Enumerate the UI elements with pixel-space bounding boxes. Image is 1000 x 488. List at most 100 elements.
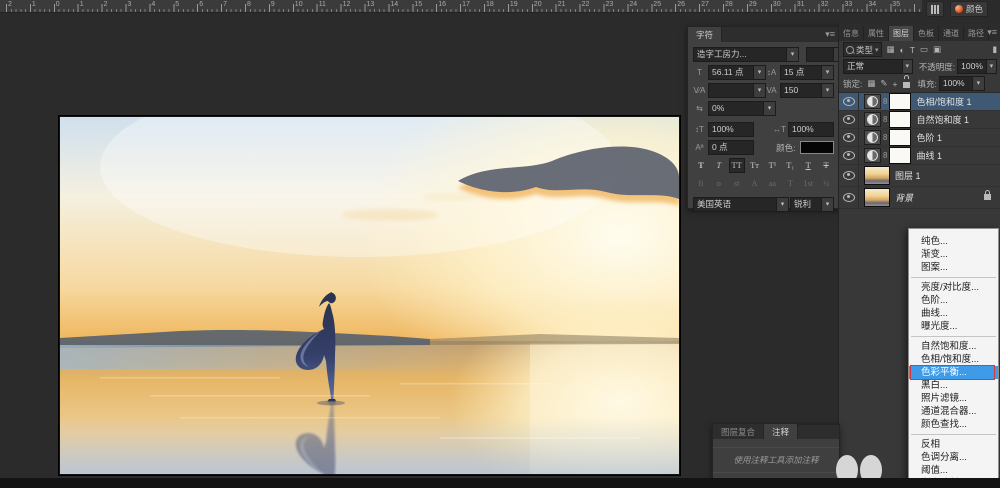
layer-name[interactable]: 背景 [895,191,913,204]
layer-name[interactable]: 曲线 1 [916,149,942,162]
layer-mask-thumbnail[interactable] [889,111,911,128]
chevron-down-icon[interactable]: ▾ [973,76,985,91]
layer-row[interactable]: 色阶 1 [839,129,1000,147]
opacity-field[interactable]: 100% [957,59,987,74]
panel-menu-icon[interactable]: ▾≡ [987,28,997,37]
horizontal-ruler[interactable]: 2101234567891011121314151617181920212223… [0,0,925,13]
chevron-down-icon[interactable]: ▾ [987,59,997,74]
text-style-button[interactable]: Tᴛ [747,158,763,173]
visibility-toggle[interactable] [839,147,859,164]
layer-row[interactable]: 色相/饱和度 1 [839,93,1000,111]
menu-item[interactable]: 图案... [909,261,998,274]
filter-type-icon[interactable]: T [910,45,915,55]
font-family-select[interactable]: 造字工房力... [693,47,787,62]
menu-item[interactable]: 反相 [909,438,998,451]
opentype-button[interactable]: fi [693,176,709,191]
document-canvas[interactable] [59,116,680,475]
opentype-button[interactable]: A [747,176,763,191]
layer-row[interactable]: 图层 1 [839,165,1000,187]
lock-transparency-icon[interactable]: ▦ [867,78,875,89]
kerning-field[interactable] [708,83,754,98]
leading-field[interactable]: 15 点 [780,65,822,80]
layer-row[interactable]: 曲线 1 [839,147,1000,165]
arrange-documents-button[interactable] [926,1,944,17]
blend-mode-select[interactable]: 正常 [843,59,903,74]
chevron-down-icon[interactable]: ▾ [903,59,913,74]
baseline-shift-field[interactable]: 0 点 [708,140,754,155]
color-panel-button[interactable]: 颜色 [950,1,988,17]
chevron-down-icon[interactable]: ▾ [787,47,799,62]
menu-item[interactable]: 曝光度... [909,320,998,333]
tracking-field[interactable]: 150 [780,83,822,98]
panel-tab[interactable]: 路径 [964,26,989,41]
font-size-field[interactable]: 56.11 点 [708,65,754,80]
menu-item[interactable]: 色阶... [909,294,998,307]
filter-shape-icon[interactable]: ▭ [920,44,928,55]
menu-item[interactable]: 颜色查找... [909,418,998,431]
layer-name[interactable]: 色相/饱和度 1 [916,95,971,108]
text-style-button[interactable]: T [711,158,727,173]
adjustment-layer-thumbnail[interactable] [864,112,881,127]
opentype-button[interactable]: o [711,176,727,191]
menu-item[interactable]: 自然饱和度... [909,340,998,353]
layer-thumbnail[interactable] [864,188,890,207]
vertical-scale-field[interactable]: 100% [708,122,754,137]
opentype-button[interactable]: T [782,176,798,191]
layer-row[interactable]: 自然饱和度 1 [839,111,1000,129]
visibility-toggle[interactable] [839,111,859,128]
menu-item[interactable]: 通道混合器... [909,405,998,418]
panel-tab[interactable]: 色板 [914,26,939,41]
lock-position-icon[interactable]: + [893,79,898,89]
proportional-spacing-field[interactable]: 0% [708,101,764,116]
language-select[interactable]: 美国英语 [693,197,777,212]
visibility-toggle[interactable] [839,187,859,208]
opentype-button[interactable]: 1st [800,176,816,191]
filter-toggle-icon[interactable]: ▮ [992,44,997,55]
menu-item[interactable]: 纯色... [909,235,998,248]
adjustment-layer-thumbnail[interactable] [864,94,881,109]
menu-item[interactable]: 渐变... [909,248,998,261]
menu-item[interactable]: 色彩平衡... [909,366,998,379]
filter-pixel-icon[interactable]: ▦ [887,44,895,55]
opentype-button[interactable]: st [729,176,745,191]
lock-pixels-icon[interactable]: ✎ [880,78,887,89]
layer-name[interactable]: 自然饱和度 1 [916,113,969,126]
font-style-select[interactable] [806,47,834,62]
lock-all-icon[interactable] [903,79,910,88]
antialias-select[interactable]: 锐利 [790,197,822,212]
menu-item[interactable]: 照片滤镜... [909,392,998,405]
layer-name[interactable]: 色阶 1 [916,131,942,144]
panel-tab[interactable]: 信息 [839,26,864,41]
menu-item[interactable]: 曲线... [909,307,998,320]
adjustment-layer-thumbnail[interactable] [864,148,881,163]
layer-row[interactable]: 背景 [839,187,1000,209]
filter-kind-select[interactable]: 类型▾ [843,42,882,57]
visibility-toggle[interactable] [839,165,859,186]
filter-adjustment-icon[interactable]: ◐ [900,45,905,55]
text-style-button[interactable]: T [800,158,816,173]
text-style-button[interactable]: T¹ [765,158,781,173]
text-style-button[interactable]: T [818,158,834,173]
adjustment-layer-thumbnail[interactable] [864,130,881,145]
menu-item[interactable] [911,434,996,435]
panel-tab[interactable]: 图层复合 [713,424,764,439]
text-color-swatch[interactable] [800,141,834,154]
layer-mask-thumbnail[interactable] [889,129,911,146]
menu-item[interactable] [911,336,996,337]
layer-thumbnail[interactable] [864,166,890,185]
chevron-down-icon[interactable]: ▾ [777,197,789,212]
panel-tab[interactable]: 注释 [764,424,798,439]
panel-tab[interactable]: 图层 [889,26,914,41]
horizontal-scale-field[interactable]: 100% [788,122,834,137]
panel-tab[interactable]: 属性 [864,26,889,41]
text-style-button[interactable]: T₁ [782,158,798,173]
visibility-toggle[interactable] [839,129,859,146]
visibility-toggle[interactable] [839,93,859,110]
tab-character[interactable]: 字符 [688,27,722,42]
panel-tab[interactable]: 通道 [939,26,964,41]
menu-item[interactable]: 黑白... [909,379,998,392]
chevron-down-icon[interactable]: ▾ [822,65,834,80]
chevron-down-icon[interactable]: ▾ [822,197,834,212]
menu-item[interactable]: 阈值... [909,464,998,477]
filter-smart-object-icon[interactable]: ▣ [933,44,941,55]
